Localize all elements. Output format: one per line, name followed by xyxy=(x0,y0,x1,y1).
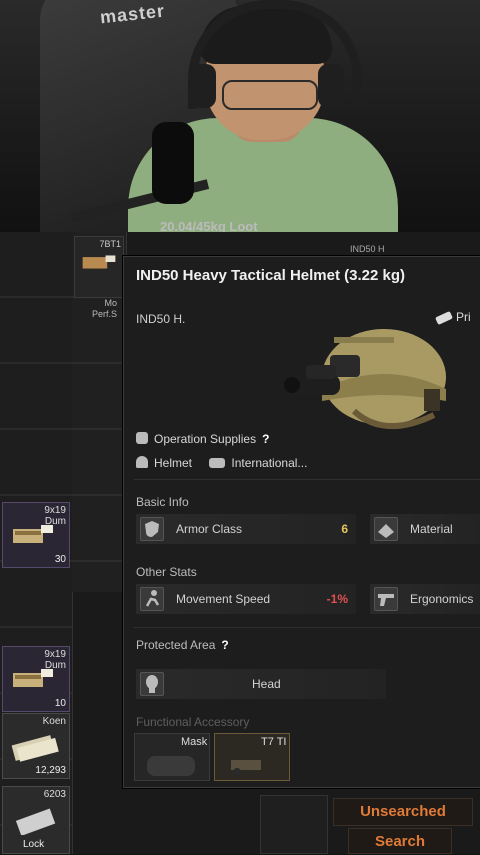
material-icon xyxy=(374,517,398,541)
item-tag-label: Pri xyxy=(456,310,471,324)
mask-icon xyxy=(147,756,195,776)
category-row: Helmet International... xyxy=(136,456,307,470)
headphone-cup-left xyxy=(190,64,216,108)
bottom-slot[interactable] xyxy=(260,795,328,854)
search-button[interactable]: Search xyxy=(348,828,452,854)
armor-class-label: Armor Class xyxy=(176,522,243,536)
headphone-cup-right xyxy=(318,64,344,108)
item-tooltip: IND50 Heavy Tactical Helmet (3.22 kg) IN… xyxy=(123,256,480,788)
other-stats-heading: Other Stats xyxy=(136,565,197,579)
helmet-image xyxy=(284,329,446,429)
helmet-icon xyxy=(136,456,148,468)
accessory-mask-label: Mask xyxy=(181,736,208,748)
running-person-icon xyxy=(140,587,164,611)
inventory-slot-cash[interactable]: Koen 12,293 xyxy=(2,713,70,779)
help-icon[interactable]: ? xyxy=(221,638,228,652)
accessory-t7-label: T7 TI xyxy=(261,736,287,748)
accessory-slot-mask[interactable]: Mask xyxy=(134,733,210,781)
slot-count: 12,293 xyxy=(35,765,66,776)
ergonomics-label: Ergonomics xyxy=(410,592,474,606)
microphone xyxy=(152,122,194,204)
head-icon xyxy=(140,672,164,696)
slot-caliber: 9x19 Dum xyxy=(44,649,66,671)
movement-speed-value: -1% xyxy=(326,592,348,606)
slot-caliber: 9x19 Dum xyxy=(44,505,66,527)
inventory-slot-ammo-2[interactable]: 9x19 Dum 10 xyxy=(2,646,70,712)
item-code: 7BT1 xyxy=(99,239,121,249)
origin-label: International... xyxy=(231,456,308,470)
divider xyxy=(134,479,480,480)
protected-area-heading: Protected Area? xyxy=(136,638,229,652)
movement-speed-label: Movement Speed xyxy=(176,592,271,606)
helmet-short-label: IND50 H xyxy=(350,244,385,254)
ergonomics-stat: Ergonomics xyxy=(370,584,480,614)
inventory-item-top[interactable]: 7BT1 xyxy=(74,236,124,298)
functional-accessory-heading: Functional Accessory xyxy=(136,715,250,729)
accessory-slot-t7[interactable]: T7 TI xyxy=(214,733,290,781)
protected-area-label: Protected Area xyxy=(136,638,216,652)
material-stat: Material xyxy=(370,514,480,544)
capacity-text: 20.04/45kg Loot xyxy=(160,219,258,232)
shield-icon xyxy=(140,517,164,541)
movement-speed-stat: Movement Speed -1% xyxy=(136,584,356,614)
flag-icon xyxy=(209,458,226,468)
unsearched-label: Unsearched xyxy=(333,798,473,826)
slot-count: 10 xyxy=(54,698,66,709)
material-label: Material xyxy=(410,522,453,536)
webcam-overlay: master 20.04/45kg Loot xyxy=(0,0,480,232)
slot-label: Koen xyxy=(42,716,66,727)
item-title: IND50 Heavy Tactical Helmet (3.22 kg) xyxy=(136,267,406,284)
supplies-row: Operation Supplies? xyxy=(136,432,269,446)
item-short-name: IND50 H. xyxy=(136,312,186,326)
basic-info-heading: Basic Info xyxy=(136,495,189,509)
inventory-slot-locked[interactable]: 6203 Lock xyxy=(2,786,70,854)
night-vision-icon xyxy=(231,760,261,776)
pistol-icon xyxy=(374,587,398,611)
category-label: Helmet xyxy=(154,456,193,470)
divider xyxy=(134,627,480,628)
help-icon[interactable]: ? xyxy=(262,432,269,446)
ammo-box-icon xyxy=(82,255,116,269)
box-icon xyxy=(136,432,148,444)
inventory-slot-ammo-1[interactable]: 9x19 Dum 30 xyxy=(2,502,70,568)
item-icon xyxy=(15,808,56,835)
protected-area-stat: Head xyxy=(136,669,386,699)
money-stack-icon xyxy=(11,735,59,762)
source-label: Operation Supplies xyxy=(154,432,257,446)
slot-count: Lock xyxy=(23,839,45,850)
slot-count: 30 xyxy=(54,554,66,565)
armor-class-value: 6 xyxy=(341,522,348,536)
protected-area-value: Head xyxy=(252,677,281,691)
slot-label: 6203 xyxy=(43,789,66,800)
armor-class-stat: Armor Class 6 xyxy=(136,514,356,544)
item-sub-label: Mo Perf.S xyxy=(92,298,118,319)
